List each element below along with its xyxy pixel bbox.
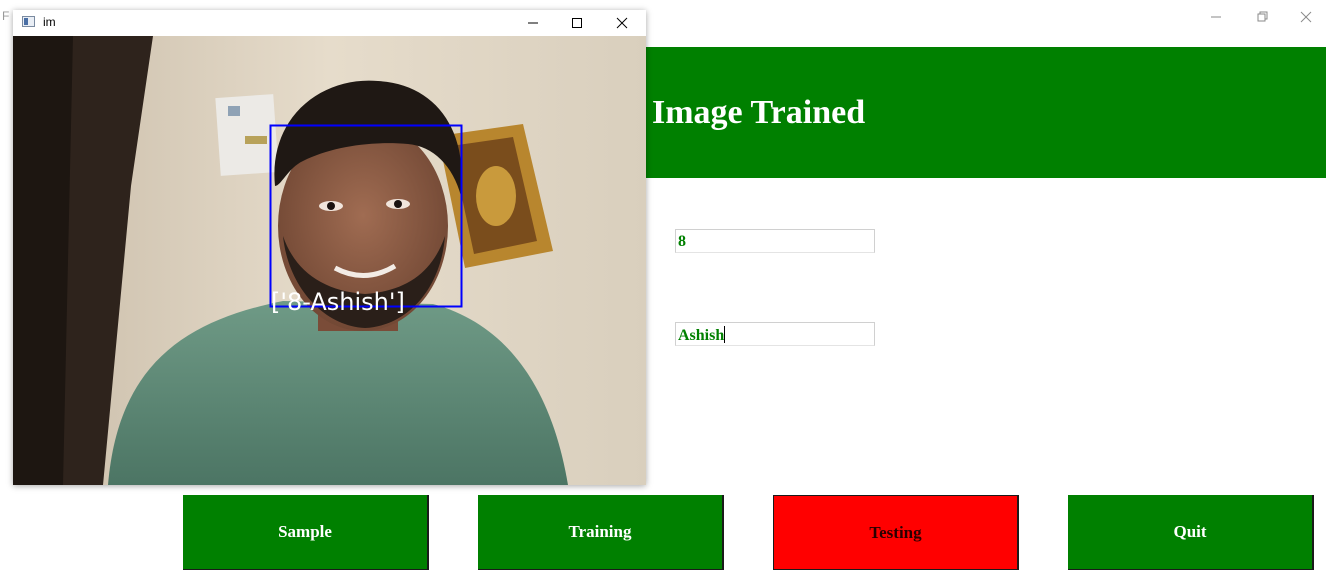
main-minimize-button[interactable] [1196,4,1236,30]
camera-window-title: im [43,15,56,29]
camera-feed: ['8-Ashish'] [13,36,646,485]
testing-button[interactable]: Testing [773,495,1019,570]
id-entry-value: 8 [678,233,686,250]
status-banner: Image Trained [645,47,1326,178]
id-entry[interactable]: 8 [675,229,875,253]
camera-frame-image: ['8-Ashish'] [13,36,646,485]
close-icon [1300,11,1312,23]
text-caret [724,326,726,343]
sample-button[interactable]: Sample [183,495,429,570]
camera-window-titlebar[interactable]: im [13,10,646,36]
name-entry-value: Ashish [678,327,725,344]
maximize-icon [572,18,582,28]
status-banner-text: Image Trained [652,93,866,131]
minimize-icon [1211,16,1221,18]
quit-button[interactable]: Quit [1068,495,1314,570]
main-close-button[interactable] [1286,4,1326,30]
restore-icon [1257,11,1268,22]
face-detection-label: ['8-Ashish'] [271,288,405,316]
camera-window[interactable]: im ['8-Ashish'] [13,10,646,485]
camera-minimize-button[interactable] [511,10,555,36]
sample-button-label: Sample [278,522,332,541]
close-icon [616,17,628,29]
name-entry[interactable]: Ashish [675,322,875,346]
window-app-icon [22,16,35,27]
main-window-title: F [2,9,10,23]
camera-maximize-button[interactable] [555,10,599,36]
training-button-label: Training [568,522,632,541]
camera-close-button[interactable] [600,10,644,36]
main-restore-button[interactable] [1242,4,1282,30]
quit-button-label: Quit [1173,522,1207,541]
testing-button-label: Testing [869,522,922,542]
minimize-icon [528,22,538,24]
training-button[interactable]: Training [478,495,724,570]
